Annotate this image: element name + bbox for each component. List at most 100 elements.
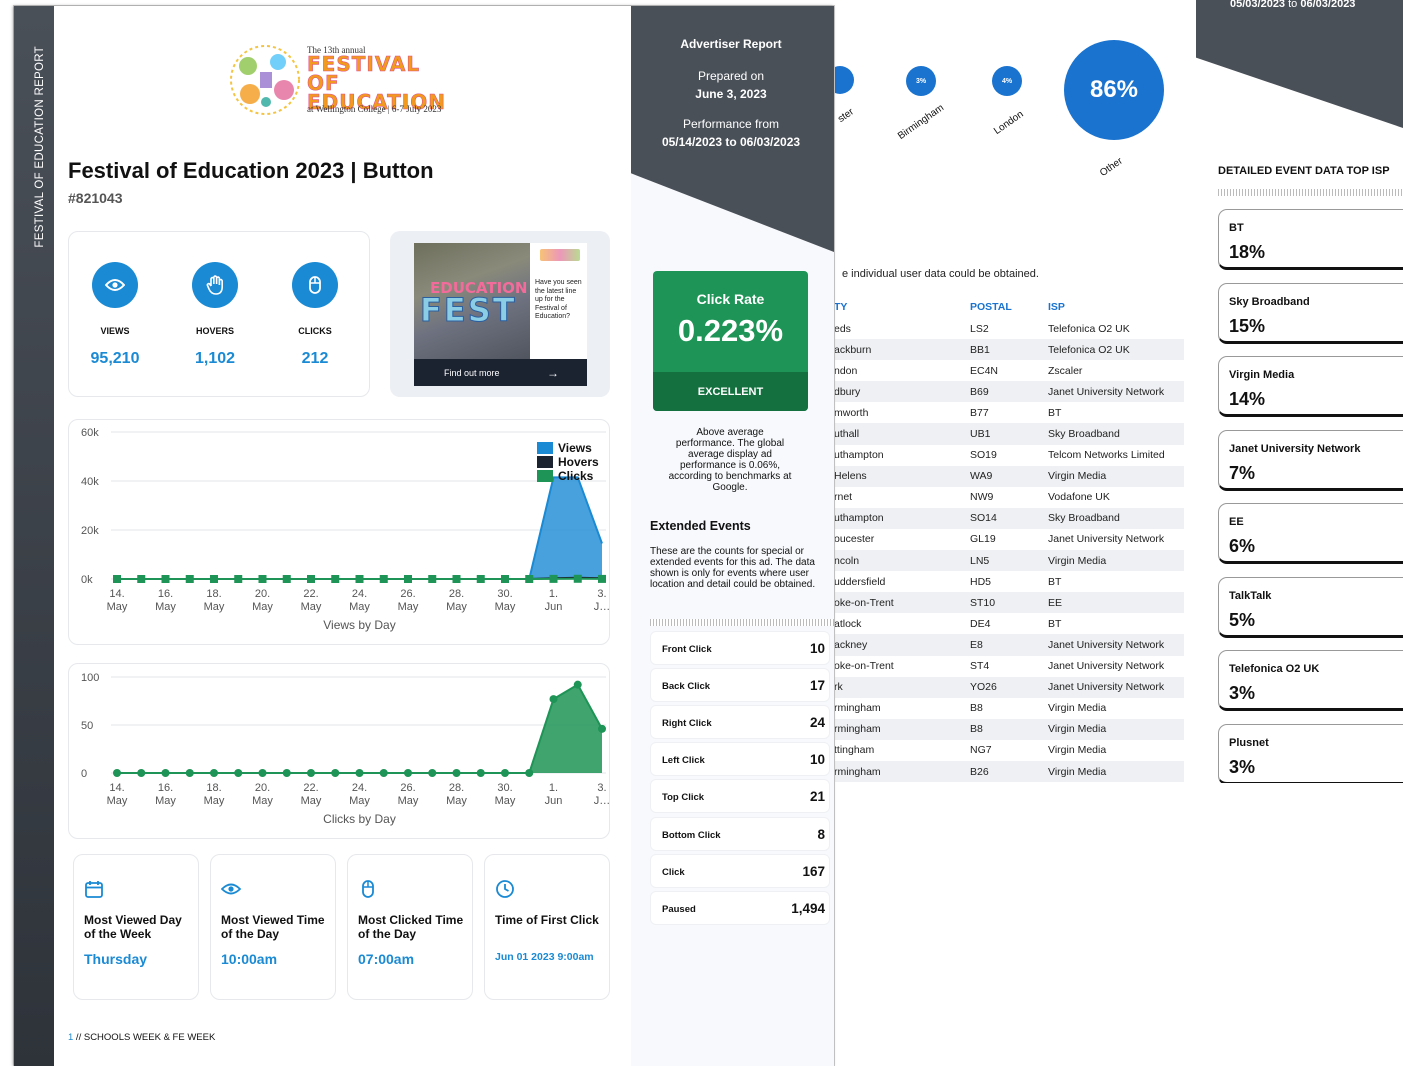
event-name: Click — [662, 866, 685, 878]
isp-percent: 6% — [1229, 536, 1256, 556]
isp-card: EE 6% — [1218, 503, 1403, 564]
kpi-most-clicked-time: Most Clicked Time of the Day 07:00am — [347, 854, 473, 1000]
postal-cell: ST4 — [970, 660, 990, 673]
stats-card: VIEWS 95,210 HOVERS 1,102 CLICKS 212 — [68, 231, 370, 397]
prepared-date: June 3, 2023 — [695, 87, 767, 101]
stat-value: 212 — [301, 350, 329, 367]
postal-cell: BB1 — [970, 339, 1048, 361]
bubble-label: London — [992, 108, 1026, 138]
postal-cell: NW9 — [970, 491, 994, 504]
data-point — [137, 575, 146, 583]
arrow-right-icon: → — [547, 365, 559, 380]
isp-cell: BT — [1048, 575, 1062, 588]
event-count: 24 — [809, 715, 825, 731]
postal-cell: E8 — [970, 634, 1048, 656]
click-rate-value: 0.223% — [677, 313, 784, 348]
series-line — [117, 476, 603, 580]
isp-cell: Virgin Media — [1048, 744, 1107, 757]
data-point — [379, 769, 388, 777]
table-row: rk YO26 Janet University Network — [834, 676, 1184, 698]
click-rate-label: Click Rate — [696, 291, 765, 307]
table-row: uddersfield HD5 BT — [834, 571, 1184, 592]
data-point — [428, 575, 437, 583]
bubble-label: Other — [1098, 155, 1125, 180]
isp-cell: Telefonica O2 UK — [1048, 339, 1184, 361]
data-point — [525, 575, 534, 583]
data-point — [573, 680, 582, 689]
data-point — [282, 575, 291, 583]
bubble-label: Birmingham — [896, 102, 947, 143]
isp-card: Virgin Media 14% — [1218, 356, 1403, 417]
postal-cell: B77 — [970, 406, 989, 419]
page-header-band — [1196, 0, 1403, 128]
isp-name: Plusnet — [1229, 736, 1269, 749]
table-row: atlock DE4 BT — [834, 613, 1184, 634]
x-tick-label: 26. May — [398, 782, 419, 807]
table-row: oke-on-Trent ST10 EE — [834, 592, 1184, 614]
divider — [1218, 189, 1403, 196]
postal-cell: WA9 — [970, 465, 1048, 487]
postal-cell: B8 — [970, 702, 983, 715]
city-cell: Helens — [834, 465, 970, 487]
isp-cell: Sky Broadband — [1048, 423, 1184, 445]
table-row: ncoln LN5 Virgin Media — [834, 550, 1184, 572]
legend-label: Views — [558, 441, 592, 455]
ad-creative: EDUCATION FEST Have you seen the latest … — [414, 243, 587, 386]
isp-cell: Sky Broadband — [1048, 507, 1184, 529]
isp-cell: Janet University Network — [1048, 533, 1165, 546]
stat-hovers: HOVERS 1,102 — [175, 262, 255, 368]
postal-cell: B8 — [970, 718, 1048, 740]
divider — [650, 619, 834, 626]
isp-percent: 14% — [1229, 389, 1266, 409]
report-type: Advertiser Report — [680, 37, 782, 51]
isp-card: Sky Broadband 15% — [1218, 282, 1403, 344]
event-row: Bottom Click 8 — [650, 816, 830, 851]
table-row: uthampton SO19 Telcom Networks Limited — [834, 445, 1184, 466]
city-cell: ndon — [834, 364, 858, 377]
isp-percent: 3% — [1229, 756, 1256, 777]
x-tick-label: 22. May — [301, 782, 322, 807]
x-tick-label: 16. May — [155, 588, 176, 613]
isp-name: EE — [1229, 516, 1244, 528]
city-cell: rmingham — [834, 702, 881, 715]
data-point — [404, 575, 412, 583]
city-cell: oke-on-Trent — [834, 660, 894, 673]
event-count: 167 — [802, 863, 825, 879]
ad-cta-button[interactable]: Find out more → — [414, 359, 587, 386]
festival-logo: The 13th annual FESTIVAL OF EDUCATION at… — [226, 42, 466, 118]
stat-label: CLICKS — [298, 326, 332, 336]
kpi-title: Time of First Click — [495, 913, 599, 927]
x-tick-label: 16. May — [155, 782, 176, 807]
table-row: uthall UB1 Sky Broadband — [834, 423, 1184, 445]
views-by-day-chart: 0k 20k 40k 60k 14. May 16. May 18. May 20. May 22. Ma… — [68, 419, 610, 645]
isp-percent: 18% — [1229, 242, 1266, 262]
table-row: uthampton SO14 Sky Broadband — [834, 507, 1184, 529]
isp-percent: 15% — [1229, 315, 1266, 336]
data-point — [379, 575, 388, 583]
stat-label: HOVERS — [195, 326, 234, 336]
date-end: 06/03/2023 — [1300, 0, 1356, 10]
isp-cell: EE — [1048, 592, 1184, 614]
series-area — [117, 684, 602, 773]
isp-name: Telefonica O2 UK — [1229, 663, 1320, 675]
y-tick-label: 0 — [81, 768, 87, 780]
stat-clicks: CLICKS 212 — [275, 262, 355, 368]
isp-percent: 5% — [1229, 609, 1256, 630]
ad-copy: Have you seen the latest line up for the… — [535, 279, 582, 320]
table-row: eds LS2 Telefonica O2 UK — [834, 318, 1184, 339]
kpi-value: Jun 01 2023 9:00am — [495, 951, 594, 963]
data-point — [476, 575, 485, 583]
legend-swatch — [537, 470, 553, 482]
isp-card: Plusnet 3% — [1218, 723, 1403, 783]
x-tick-label: 24. May — [349, 588, 370, 613]
eye-icon — [221, 883, 241, 895]
extended-events-desc: These are the counts for special or exte… — [650, 546, 816, 590]
data-point — [185, 769, 194, 777]
city-cell: ackburn — [834, 339, 970, 361]
postal-cell: LN5 — [970, 550, 1048, 572]
bubble-other: 86% — [1064, 40, 1164, 140]
event-row: Back Click 17 — [650, 668, 830, 703]
city-cell: rmingham — [834, 718, 970, 740]
table-row: mworth B77 BT — [834, 402, 1184, 423]
table-row: ackney E8 Janet University Network — [834, 634, 1184, 656]
